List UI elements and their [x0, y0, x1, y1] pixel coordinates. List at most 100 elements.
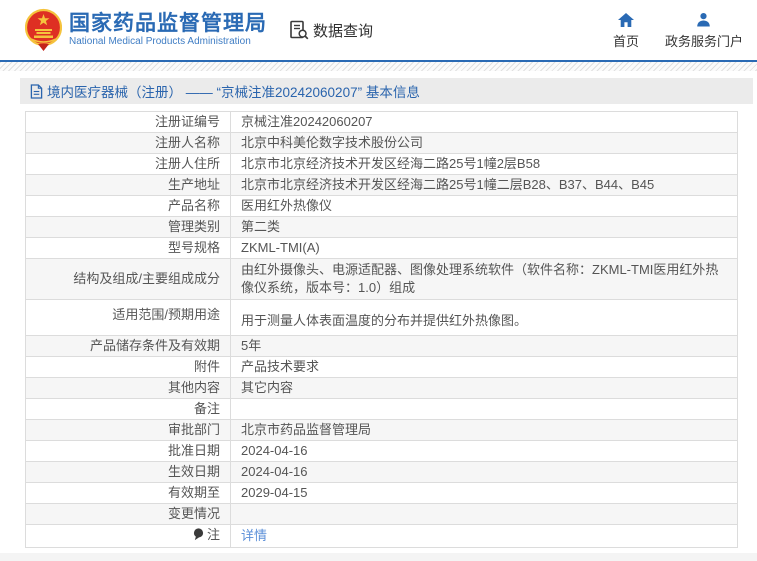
- nav-label-gov-portal: 政务服务门户: [664, 34, 743, 49]
- row-label-approval-date: 批准日期: [25, 440, 231, 462]
- row-label-text: 结构及组成/主要组成成分: [73, 271, 220, 287]
- user-icon: [696, 12, 711, 27]
- row-label-text: 型号规格: [167, 240, 220, 256]
- note-balloon-icon: [193, 528, 204, 546]
- page: 国家药品监督管理局 National Medical Products Admi…: [0, 0, 757, 561]
- row-label-text: 产品名称: [167, 198, 220, 214]
- row-value-storage-validity: 5年: [230, 335, 738, 357]
- row-label-text: 生效日期: [167, 464, 220, 480]
- table-row: 附件 产品技术要求: [25, 356, 738, 378]
- row-label-registrant-address: 注册人住所: [25, 153, 231, 175]
- row-label-text: 注册人住所: [154, 156, 220, 172]
- row-label-intended-use: 适用范围/预期用途: [25, 299, 231, 336]
- table-row: 产品名称 医用红外热像仪: [25, 195, 738, 217]
- table-row: 适用范围/预期用途 用于测量人体表面温度的分布并提供红外热像图。: [25, 299, 738, 336]
- table-row: 有效期至 2029-04-15: [25, 482, 738, 504]
- nav-item-home[interactable]: 首页: [613, 12, 639, 50]
- nav-label-home: 首页: [612, 34, 639, 49]
- national-emblem-icon: [25, 8, 62, 51]
- row-value-product-name: 医用红外热像仪: [230, 195, 738, 217]
- row-value-expiry-date: 2029-04-15: [230, 482, 738, 504]
- table-row: 注册人住所 北京市北京经济技术开发区经海二路25号1幢2层B58: [25, 153, 738, 175]
- row-label-product-name: 产品名称: [25, 195, 231, 217]
- table-row: 型号规格 ZKML-TMI(A): [25, 237, 738, 259]
- table-row: 管理类别 第二类: [25, 216, 738, 238]
- home-icon: [617, 12, 634, 27]
- info-table: 注册证编号 京械注准20242060207 注册人名称 北京中科美伦数字技术股份公司注…: [25, 111, 738, 548]
- document-icon: [30, 83, 43, 99]
- data-query-button[interactable]: 数据查询: [289, 20, 373, 41]
- table-row: 审批部门 北京市药品监督管理局: [25, 419, 738, 441]
- row-value-change-status: [230, 503, 738, 525]
- org-name-en: National Medical Products Administration: [69, 36, 251, 48]
- row-label-text: 生产地址: [167, 177, 220, 193]
- table-row: 结构及组成/主要组成成分 由红外摄像头、电源适配器、图像处理系统软件（软件名称：Z…: [25, 258, 738, 300]
- row-label-reg-cert-no: 注册证编号: [25, 111, 231, 133]
- info-table-body: 注册证编号 京械注准20242060207 注册人名称 北京中科美伦数字技术股份公司注…: [25, 111, 738, 548]
- table-row: 注册人名称 北京中科美伦数字技术股份公司: [25, 132, 738, 154]
- org-name-zh: 国家药品监督管理局: [69, 11, 267, 35]
- logo-group[interactable]: 国家药品监督管理局 National Medical Products Admi…: [25, 8, 267, 52]
- row-value-approval-date: 2024-04-16: [230, 440, 738, 462]
- row-value-other-content: 其它内容: [230, 377, 738, 399]
- row-label-text: 其他内容: [167, 380, 220, 396]
- row-value-remarks: [230, 398, 738, 420]
- row-label-text: 变更情况: [167, 506, 220, 522]
- row-label-note: 注: [25, 524, 231, 548]
- org-titles: 国家药品监督管理局 National Medical Products Admi…: [69, 12, 267, 48]
- row-value-approval-dept: 北京市药品监督管理局: [230, 419, 738, 441]
- table-row: 生产地址 北京市北京经济技术开发区经海二路25号1幢二层B28、B37、B44、B…: [25, 174, 738, 196]
- row-value-model-spec: ZKML-TMI(A): [230, 237, 738, 259]
- row-value-management-class: 第二类: [230, 216, 738, 238]
- table-row: 其他内容 其它内容: [25, 377, 738, 399]
- row-label-text: 注册证编号: [154, 114, 220, 130]
- breadcrumb-text: 境内医疗器械（注册） —— “京械注准20242060207” 基本信息: [47, 85, 420, 100]
- row-label-registrant-name: 注册人名称: [25, 132, 231, 154]
- table-row: 注 详情: [25, 524, 738, 548]
- row-label-approval-dept: 审批部门: [25, 419, 231, 441]
- row-label-text: 批准日期: [167, 443, 220, 459]
- header-hatch-band: [0, 62, 757, 71]
- row-value-effective-date: 2024-04-16: [230, 461, 738, 483]
- header: 国家药品监督管理局 National Medical Products Admi…: [0, 0, 757, 60]
- row-label-production-address: 生产地址: [25, 174, 231, 196]
- table-row: 批准日期 2024-04-16: [25, 440, 738, 462]
- row-label-remarks: 备注: [25, 398, 231, 420]
- table-row: 注册证编号 京械注准20242060207: [25, 111, 738, 133]
- row-value-registrant-name: 北京中科美伦数字技术股份公司: [230, 132, 738, 154]
- row-label-change-status: 变更情况: [25, 503, 231, 525]
- bottom-strip: [0, 553, 757, 561]
- row-label-structure: 结构及组成/主要组成成分: [25, 258, 231, 300]
- row-label-other-content: 其他内容: [25, 377, 231, 399]
- data-query-label: 数据查询: [313, 22, 374, 40]
- row-label-text: 注册人名称: [154, 135, 220, 151]
- row-value-registrant-address: 北京市北京经济技术开发区经海二路25号1幢2层B58: [230, 153, 738, 175]
- row-label-management-class: 管理类别: [25, 216, 231, 238]
- row-label-attachment: 附件: [25, 356, 231, 378]
- table-row: 产品储存条件及有效期 5年: [25, 335, 738, 357]
- row-label-model-spec: 型号规格: [25, 237, 231, 259]
- row-label-text: 附件: [193, 359, 220, 375]
- row-label-text: 产品储存条件及有效期: [89, 338, 220, 354]
- row-label-storage-validity: 产品储存条件及有效期: [25, 335, 231, 357]
- row-label-text: 管理类别: [167, 219, 220, 235]
- row-label-text: 注: [206, 527, 220, 542]
- row-label-text: 有效期至: [167, 485, 220, 501]
- row-value-intended-use: 用于测量人体表面温度的分布并提供红外热像图。: [230, 299, 738, 336]
- row-label-text: 备注: [193, 401, 220, 417]
- row-value-note: 详情: [230, 524, 738, 548]
- row-value-reg-cert-no: 京械注准20242060207: [230, 111, 738, 133]
- data-query-icon: [290, 20, 309, 40]
- table-row: 变更情况: [25, 503, 738, 525]
- breadcrumb: 境内医疗器械（注册） —— “京械注准20242060207” 基本信息: [20, 78, 753, 104]
- row-label-text: 适用范围/预期用途: [112, 307, 220, 322]
- table-row: 备注: [25, 398, 738, 420]
- header-nav: 首页 政务服务门户: [613, 12, 743, 50]
- row-value-attachment: 产品技术要求: [230, 356, 738, 378]
- nav-item-gov-portal[interactable]: 政务服务门户: [665, 12, 743, 50]
- row-label-effective-date: 生效日期: [25, 461, 231, 483]
- row-label-text: 审批部门: [167, 422, 220, 438]
- detail-link[interactable]: 详情: [241, 528, 267, 543]
- table-row: 生效日期 2024-04-16: [25, 461, 738, 483]
- row-value-structure: 由红外摄像头、电源适配器、图像处理系统软件（软件名称：ZKML-TMI医用红外热…: [230, 258, 738, 300]
